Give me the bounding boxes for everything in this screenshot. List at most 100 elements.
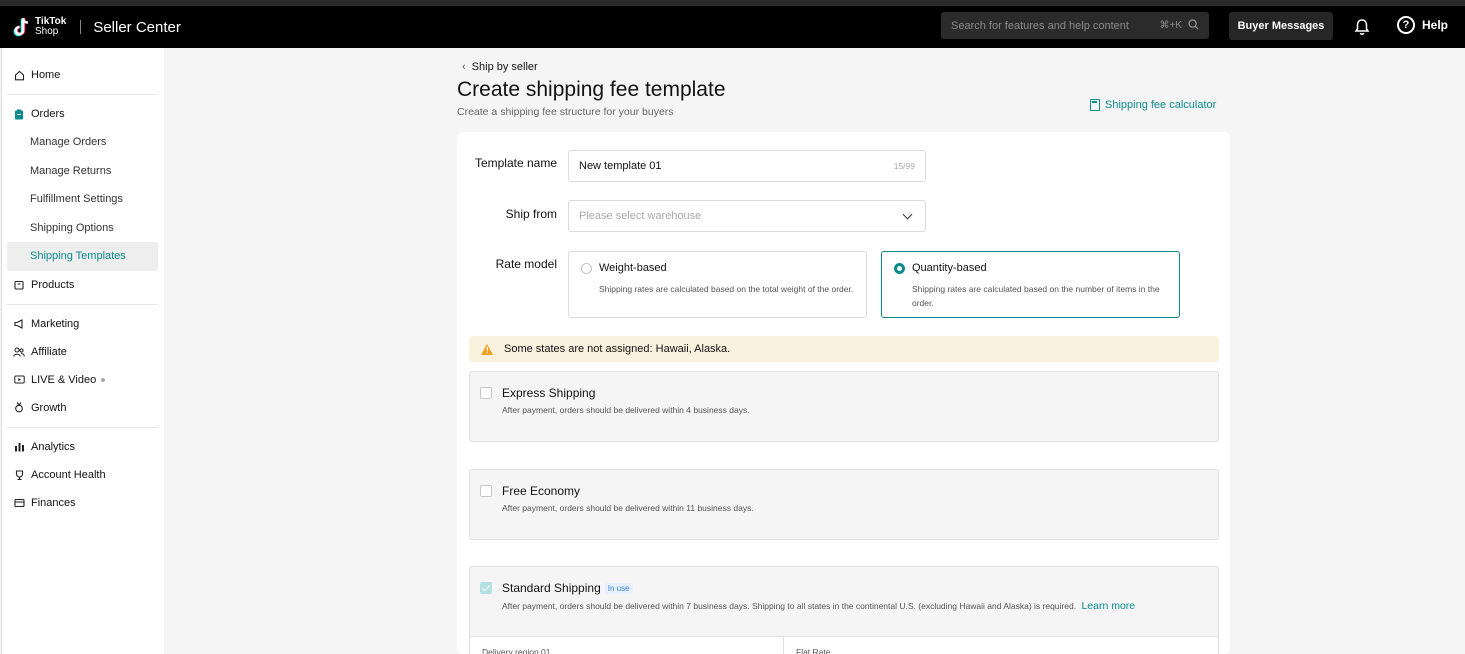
page-subtitle: Create a shipping fee structure for your… — [457, 106, 674, 118]
chevron-down-icon — [902, 209, 913, 219]
ship-from-label: Ship from — [505, 207, 557, 221]
search-input[interactable] — [951, 19, 1160, 32]
trophy-icon — [13, 469, 25, 481]
char-counter: 15/99 — [893, 161, 915, 171]
radio-button[interactable] — [581, 262, 592, 274]
tiktok-logo-icon — [12, 16, 32, 38]
notifications-bell-icon[interactable] — [1352, 17, 1372, 37]
rate-option-weight-based[interactable]: Weight-based Shipping rates are calculat… — [568, 251, 867, 318]
rate-option-title: Weight-based — [599, 262, 667, 274]
rate-option-title: Quantity-based — [912, 262, 987, 274]
home-icon — [13, 69, 25, 81]
top-header: TikTok Shop Seller Center ⌘+K Buyer Mess… — [0, 6, 1465, 48]
help-button[interactable]: ? Help — [1397, 16, 1448, 34]
sidebar-item-orders[interactable]: Orders — [2, 100, 164, 128]
back-link[interactable]: ‹ Ship by seller — [462, 61, 538, 73]
shipping-option-description: After payment, orders should be delivere… — [502, 503, 754, 513]
back-link-label: Ship by seller — [471, 61, 538, 73]
rate-option-description: Shipping rates are calculated based on t… — [912, 284, 1160, 308]
column-header-flat-rate: Flat Rate — [796, 647, 831, 654]
calculator-icon — [1090, 99, 1100, 111]
shipping-option-express: Express Shipping After payment, orders s… — [469, 371, 1219, 442]
ship-from-input[interactable] — [579, 210, 904, 222]
sidebar-item-label: Affiliate — [31, 345, 67, 358]
sidebar-item-manage-orders[interactable]: Manage Orders — [2, 128, 164, 157]
divider — [7, 94, 158, 95]
shipping-option-description: After payment, orders should be delivere… — [502, 600, 1135, 612]
live-video-icon — [13, 374, 25, 386]
brand[interactable]: TikTok Shop Seller Center — [12, 16, 181, 38]
growth-medal-icon — [13, 402, 25, 414]
products-icon — [13, 279, 25, 291]
sidebar-item-label: Products — [31, 278, 75, 291]
page-title: Create shipping fee template — [457, 78, 726, 101]
brand-divider — [80, 20, 82, 34]
ship-from-select[interactable] — [568, 200, 926, 232]
affiliate-people-icon — [13, 346, 25, 358]
app-title: Seller Center — [93, 18, 181, 36]
checkbox[interactable] — [480, 485, 492, 497]
sidebar-item-label: Account Health — [31, 468, 106, 481]
rate-option-description: Shipping rates are calculated based on t… — [599, 284, 854, 294]
sidebar-item-finances[interactable]: Finances — [2, 489, 164, 517]
divider — [7, 303, 158, 305]
sidebar-item-label: Home — [31, 69, 61, 81]
logo-line2: Shop — [35, 26, 59, 37]
checkbox-checked-disabled — [480, 582, 492, 594]
sidebar-item-marketing[interactable]: Marketing — [2, 310, 164, 338]
sidebar-item-account-health[interactable]: Account Health — [2, 461, 164, 489]
megaphone-icon — [13, 318, 25, 330]
buyer-messages-button[interactable]: Buyer Messages — [1229, 12, 1333, 40]
sidebar-item-manage-returns[interactable]: Manage Returns — [2, 157, 164, 186]
sidebar: Home Orders Manage Orders Manage Returns… — [1, 48, 164, 654]
radio-button-selected[interactable] — [894, 262, 905, 274]
sidebar-item-shipping-options[interactable]: Shipping Options — [2, 214, 164, 243]
help-question-icon: ? — [1397, 16, 1415, 34]
warning-text: Some states are not assigned: Hawaii, Al… — [504, 343, 731, 355]
status-dot — [101, 377, 106, 382]
template-name-label: Template name — [474, 156, 557, 170]
template-name-field[interactable]: 15/99 — [568, 150, 926, 182]
calculator-link-label: Shipping fee calculator — [1105, 99, 1217, 111]
rate-table-header: Delivery region 01 Flat Rate — [470, 636, 1218, 654]
template-form-card: Template name 15/99 Ship from Rate model… — [457, 132, 1230, 654]
sidebar-item-label: Growth — [31, 401, 67, 414]
search-icon[interactable] — [1188, 17, 1199, 35]
search-shortcut: ⌘+K — [1159, 20, 1182, 31]
analytics-bars-icon — [13, 441, 25, 453]
column-header-delivery-region: Delivery region 01 — [470, 637, 784, 654]
help-label: Help — [1422, 18, 1449, 32]
rate-model-label: Rate model — [495, 257, 557, 271]
divider — [7, 426, 158, 428]
rate-option-quantity-based[interactable]: Quantity-based Shipping rates are calcul… — [881, 251, 1180, 318]
sidebar-item-label: Marketing — [31, 317, 80, 330]
logo-wordmark: TikTok Shop — [35, 17, 66, 37]
sidebar-item-shipping-templates[interactable]: Shipping Templates — [7, 242, 158, 271]
warning-banner: ! Some states are not assigned: Hawaii, … — [469, 336, 1219, 362]
sidebar-item-products[interactable]: Products — [2, 271, 164, 299]
sidebar-item-fulfillment-settings[interactable]: Fulfillment Settings — [2, 185, 164, 214]
shipping-fee-calculator-link[interactable]: Shipping fee calculator — [1090, 99, 1216, 111]
sidebar-item-label: LIVE & Video — [31, 373, 97, 386]
learn-more-link[interactable]: Learn more — [1081, 600, 1135, 612]
finances-wallet-icon — [13, 497, 25, 509]
shipping-option-description-text: After payment, orders should be delivere… — [502, 601, 1077, 611]
in-use-badge: In use — [604, 582, 633, 594]
sidebar-item-affiliate[interactable]: Affiliate — [2, 338, 164, 366]
checkbox[interactable] — [480, 387, 492, 399]
shipping-option-name: Free Economy — [502, 484, 581, 498]
sidebar-item-analytics[interactable]: Analytics — [2, 433, 164, 461]
sidebar-item-live-video[interactable]: LIVE & Video — [2, 366, 164, 394]
sidebar-item-label: Orders — [31, 108, 65, 120]
sidebar-item-growth[interactable]: Growth — [2, 394, 164, 422]
template-name-input[interactable] — [579, 160, 894, 172]
search-bar[interactable]: ⌘+K — [941, 12, 1209, 39]
orders-icon — [13, 108, 25, 120]
sidebar-item-home[interactable]: Home — [2, 61, 164, 89]
warning-triangle-icon: ! — [481, 343, 493, 355]
sidebar-item-label: Analytics — [31, 440, 76, 453]
sidebar-item-label: Finances — [31, 496, 76, 509]
shipping-option-name: Express Shipping — [502, 386, 596, 400]
shipping-option-description: After payment, orders should be delivere… — [502, 405, 750, 415]
shipping-option-free-economy: Free Economy After payment, orders shoul… — [469, 469, 1219, 540]
